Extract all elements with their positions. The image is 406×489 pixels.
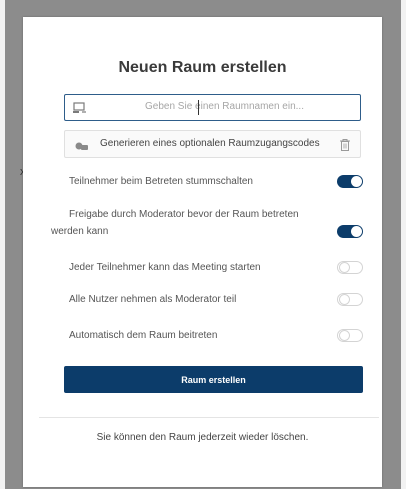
room-icon: [73, 101, 87, 119]
anyone-can-start-toggle[interactable]: [337, 261, 363, 274]
option-label-moderator-approval: Freigabe durch Moderator bevor der Raum …: [51, 209, 299, 237]
divider: [39, 417, 379, 418]
access-code-label: Generieren eines optionalen Raumzugangsc…: [100, 138, 320, 149]
room-name-placeholder: Geben Sie einen Raumnamen ein...: [145, 101, 304, 112]
mute-on-join-toggle[interactable]: [337, 175, 363, 188]
dialog-title: Neuen Raum erstellen: [118, 59, 287, 76]
toggle-knob: [351, 226, 362, 237]
text-caret: [198, 100, 199, 115]
toggle-knob: [339, 294, 350, 305]
footer-note: Sie können den Raum jederzeit wieder lös…: [96, 432, 309, 443]
all-moderators-toggle[interactable]: [337, 293, 363, 306]
option-label-anyone-can-start: Jeder Teilnehmer kann das Meeting starte…: [69, 262, 261, 273]
toggle-knob: [351, 176, 362, 187]
room-name-input[interactable]: Geben Sie einen Raumnamen ein...: [64, 94, 361, 121]
option-label-all-moderators: Alle Nutzer nehmen als Moderator teil: [69, 294, 237, 305]
key-icon: [75, 139, 89, 157]
trash-icon[interactable]: [340, 138, 350, 156]
option-label-auto-join: Automatisch dem Raum beitreten: [69, 330, 218, 341]
toggle-knob: [339, 330, 350, 341]
access-code-generator[interactable]: Generieren eines optionalen Raumzugangsc…: [64, 130, 361, 158]
toggle-knob: [339, 262, 350, 273]
option-label-mute-on-join: Teilnehmer beim Betreten stummschalten: [69, 176, 253, 187]
moderator-approval-toggle[interactable]: [337, 225, 363, 238]
create-room-button[interactable]: Raum erstellen: [64, 366, 363, 393]
create-room-dialog: Neuen Raum erstellen Geben Sie einen Rau…: [23, 17, 382, 487]
auto-join-toggle[interactable]: [337, 329, 363, 342]
